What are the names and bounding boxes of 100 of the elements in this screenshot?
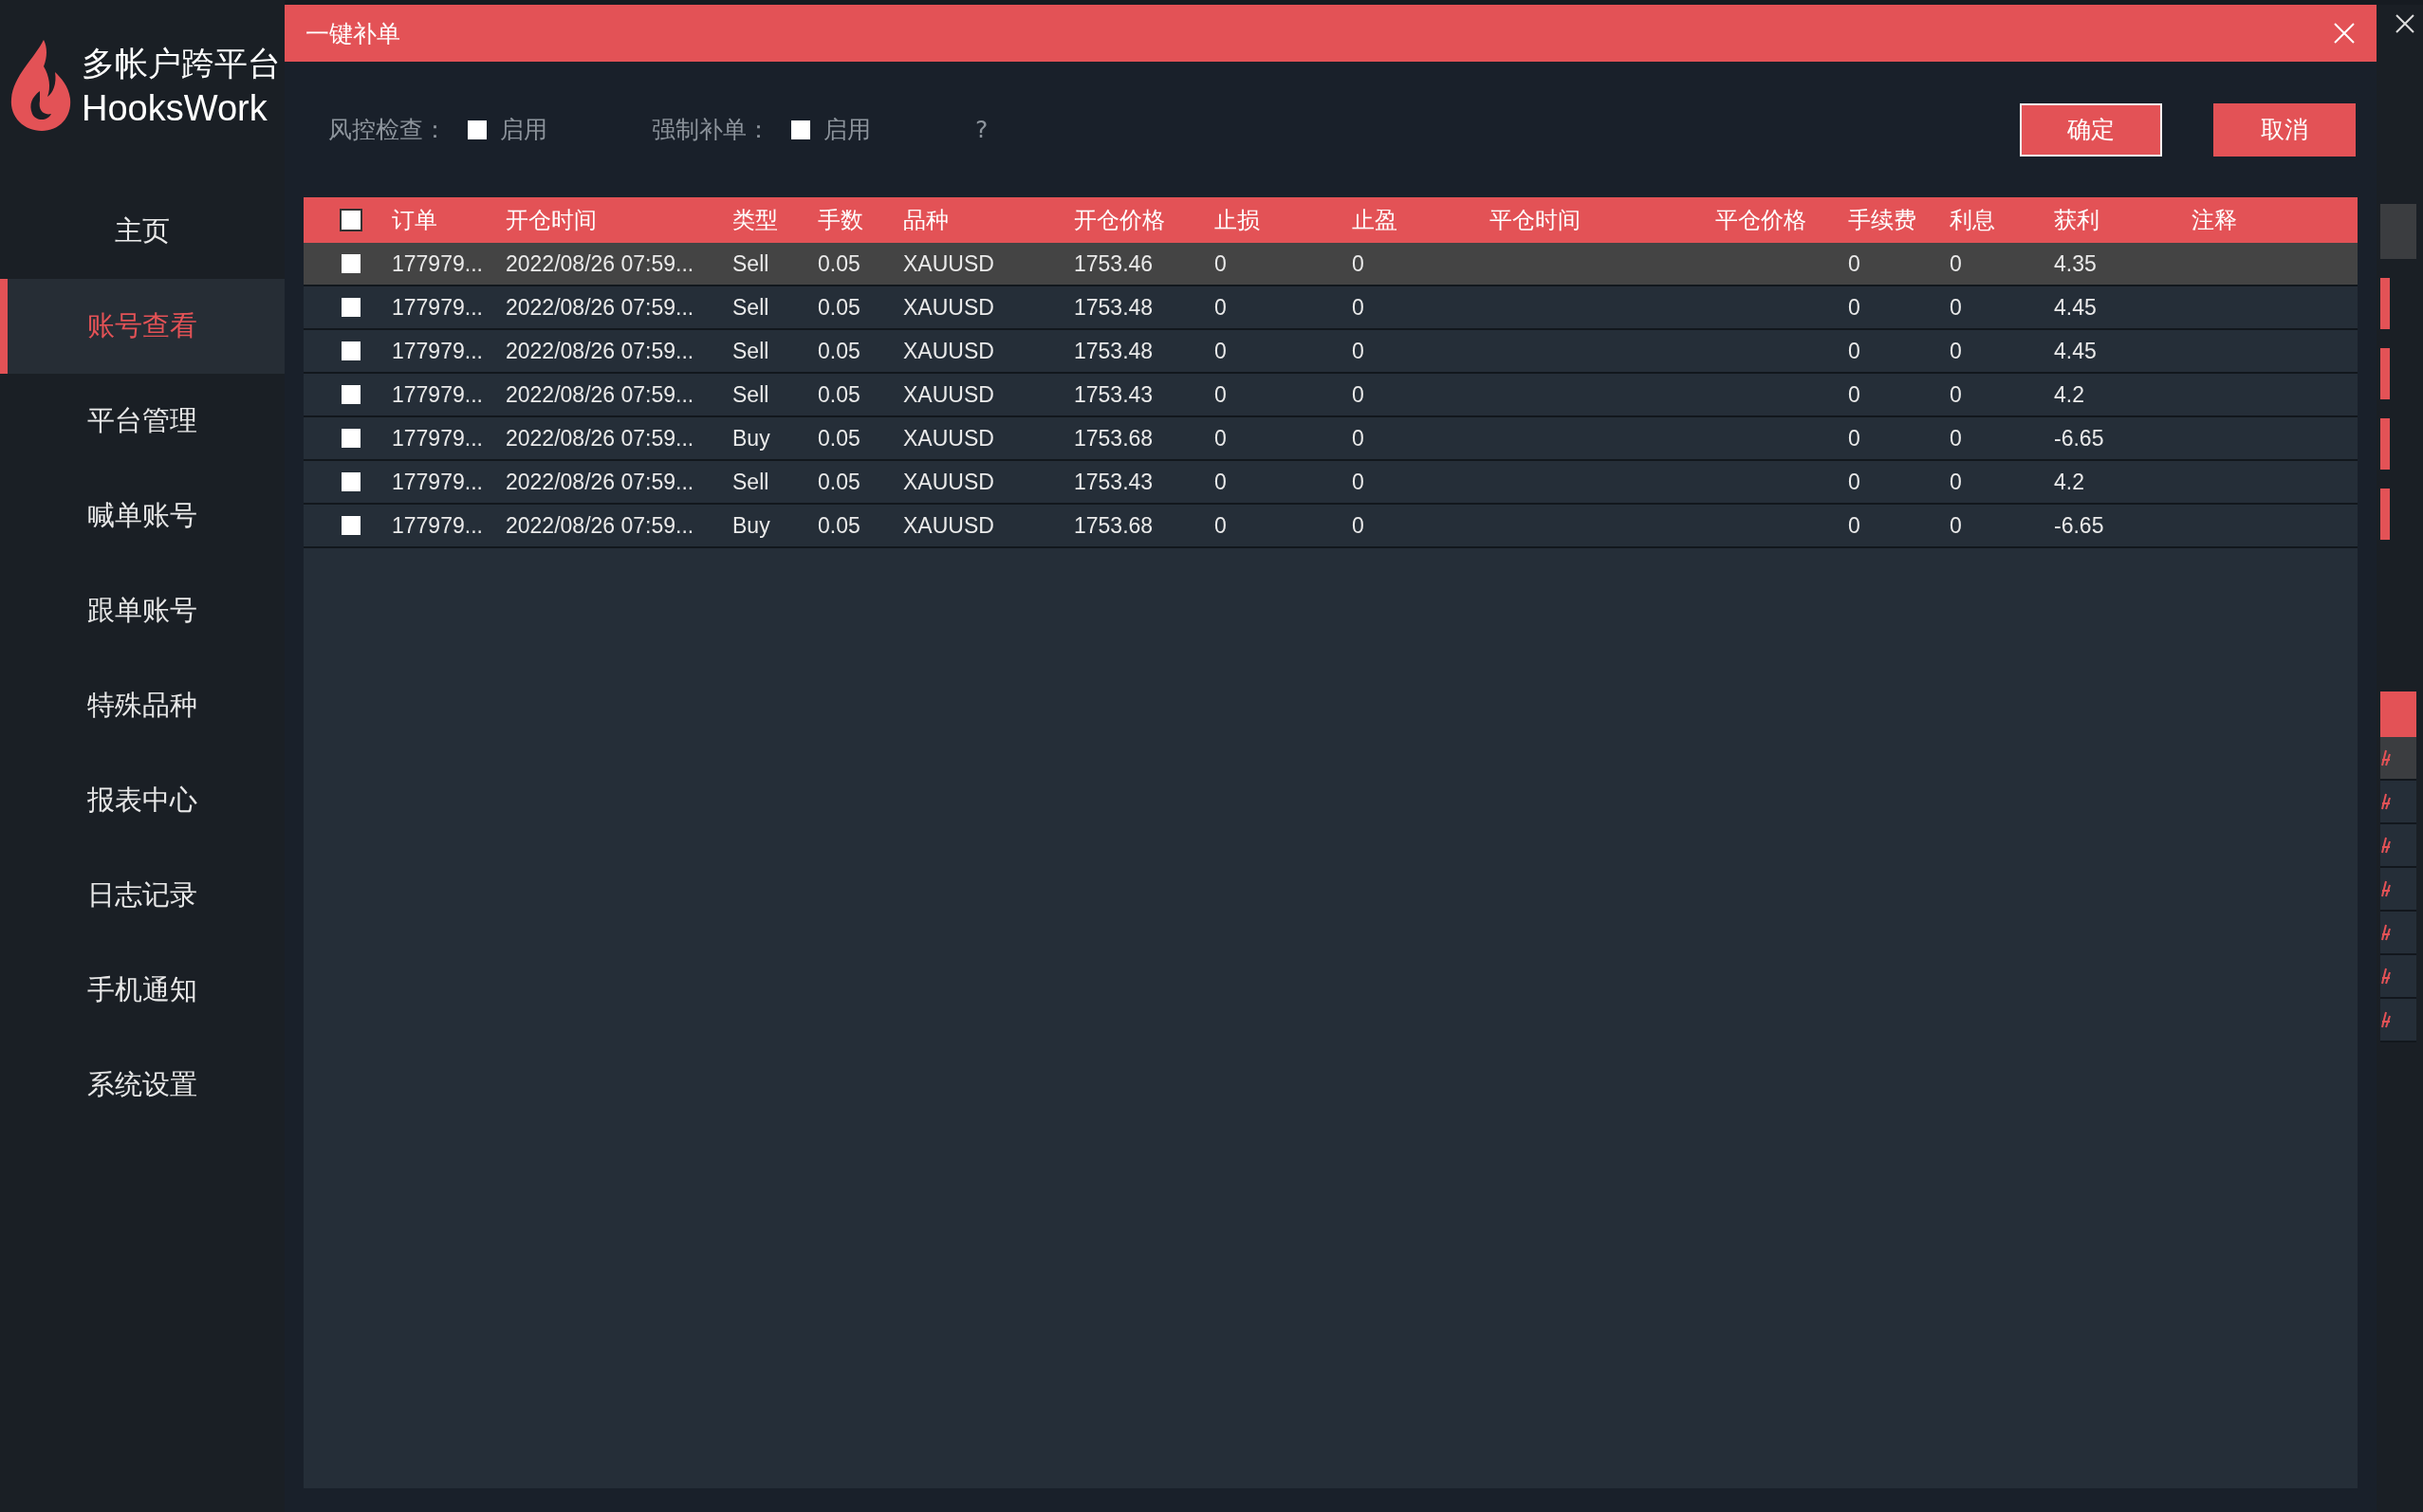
table-cell: 2022/08/26 07:59... [506, 250, 694, 276]
close-icon [2333, 22, 2356, 45]
select-all-checkbox[interactable] [339, 209, 362, 231]
table-cell: 0 [1950, 425, 1962, 451]
column-header[interactable]: 平仓时间 [1489, 207, 1581, 233]
table-cell: 0 [1848, 250, 1860, 276]
table-cell: XAUUSD [903, 338, 994, 363]
app-title: 多帐户跨平台 [82, 44, 281, 84]
column-header[interactable]: 利息 [1950, 207, 1995, 233]
table-cell: 0.05 [818, 512, 860, 538]
table-cell: 0 [1950, 469, 1962, 494]
table-cell: 2022/08/26 07:59... [506, 294, 694, 320]
checkbox-label: 启用 [500, 115, 547, 145]
table-cell: 0 [1352, 469, 1364, 494]
close-icon[interactable] [2395, 13, 2415, 34]
sidebar-item[interactable]: 日志记录 [0, 848, 285, 943]
row-checkbox[interactable] [341, 341, 361, 360]
table-cell: 0 [1848, 338, 1860, 363]
sidebar-item[interactable]: 特殊品种 [0, 658, 285, 753]
table-cell: 2022/08/26 07:59... [506, 425, 694, 451]
mark-icon [2380, 1010, 2392, 1029]
table-cell: 0 [1848, 294, 1860, 320]
table-cell: 4.2 [2054, 469, 2084, 494]
background-bar [2380, 489, 2390, 540]
table-cell: Sell [732, 294, 769, 320]
option-label: 风控检查： [328, 115, 447, 145]
cancel-button[interactable]: 取消 [2213, 102, 2356, 157]
mark-icon [2380, 792, 2392, 811]
column-header[interactable]: 订单 [392, 207, 437, 233]
table-cell: XAUUSD [903, 469, 994, 494]
table-cell: Buy [732, 425, 770, 451]
table-cell: 1753.48 [1074, 338, 1154, 363]
table-cell: Buy [732, 512, 770, 538]
column-header[interactable]: 获利 [2054, 207, 2099, 233]
sidebar-item[interactable]: 跟单账号 [0, 563, 285, 658]
row-checkbox[interactable] [341, 472, 361, 491]
table-cell: Sell [732, 338, 769, 363]
checkbox[interactable] [791, 120, 810, 139]
table-cell: -6.65 [2054, 512, 2104, 538]
dialog-title: 一键补单 [305, 18, 400, 49]
table-cell: 0.05 [818, 425, 860, 451]
table-cell: 4.45 [2054, 294, 2097, 320]
table-cell: XAUUSD [903, 294, 994, 320]
background-bar [2380, 348, 2390, 399]
sidebar-item[interactable]: 平台管理 [0, 374, 285, 469]
column-header[interactable]: 品种 [903, 207, 949, 233]
table-cell: XAUUSD [903, 250, 994, 276]
table-cell: 177979... [392, 294, 483, 320]
table-cell: 177979... [392, 425, 483, 451]
help-link[interactable]: ? [975, 116, 989, 143]
mark-icon [2380, 967, 2392, 986]
sidebar-item[interactable]: 主页 [0, 184, 285, 279]
table-cell: 0 [1950, 512, 1962, 538]
table-cell: 0 [1214, 338, 1227, 363]
sidebar-item[interactable]: 手机通知 [0, 943, 285, 1038]
column-header[interactable]: 开仓价格 [1074, 207, 1165, 233]
sidebar-item[interactable]: 系统设置 [0, 1038, 285, 1133]
row-checkbox[interactable] [341, 298, 361, 317]
table-cell: 0 [1950, 294, 1962, 320]
table-cell: 1753.68 [1074, 425, 1154, 451]
table-cell: 0 [1352, 338, 1364, 363]
table-cell: XAUUSD [903, 381, 994, 407]
column-header[interactable]: 开仓时间 [506, 207, 597, 233]
column-header[interactable]: 止盈 [1352, 207, 1397, 233]
checkbox[interactable] [468, 120, 487, 139]
background-bar [2380, 418, 2390, 470]
table-cell: 1753.68 [1074, 512, 1154, 538]
app-name: HooksWork [82, 88, 268, 129]
confirm-button[interactable]: 确定 [2020, 102, 2162, 157]
table-cell: 0 [1950, 381, 1962, 407]
table-cell: 177979... [392, 338, 483, 363]
table-cell: 1753.43 [1074, 381, 1154, 407]
table-cell: 2022/08/26 07:59... [506, 512, 694, 538]
column-header[interactable]: 止损 [1214, 207, 1260, 233]
column-header[interactable]: 类型 [732, 207, 778, 233]
table-cell: Sell [732, 469, 769, 494]
mark-icon [2380, 836, 2392, 855]
table-cell: 0 [1352, 250, 1364, 276]
column-header[interactable]: 手续费 [1848, 207, 1916, 233]
row-checkbox[interactable] [341, 516, 361, 535]
table-cell: XAUUSD [903, 512, 994, 538]
table-cell: 0 [1214, 425, 1227, 451]
column-header[interactable]: 注释 [2192, 207, 2237, 233]
column-header[interactable]: 手数 [818, 207, 863, 233]
row-checkbox[interactable] [341, 254, 361, 273]
row-checkbox[interactable] [341, 429, 361, 448]
table-cell: 0 [1950, 250, 1962, 276]
table-cell: 2022/08/26 07:59... [506, 469, 694, 494]
table-cell: 2022/08/26 07:59... [506, 381, 694, 407]
sidebar-item[interactable]: 报表中心 [0, 753, 285, 848]
table-cell: 0.05 [818, 250, 860, 276]
table-cell: 0 [1848, 469, 1860, 494]
sidebar-item[interactable]: 喊单账号 [0, 469, 285, 563]
table-row[interactable]: 177979... 2022/08/26 07:59... Sell 0.05 XAUUSD 1753.46 0 0 0 0 4.35 [304, 243, 2358, 286]
table-cell: 1753.46 [1074, 250, 1154, 276]
row-checkbox[interactable] [341, 385, 361, 404]
table-cell: 4.2 [2054, 381, 2084, 407]
table-cell: 1753.43 [1074, 469, 1154, 494]
sidebar-item[interactable]: 账号查看 [0, 279, 285, 374]
column-header[interactable]: 平仓价格 [1715, 207, 1806, 233]
